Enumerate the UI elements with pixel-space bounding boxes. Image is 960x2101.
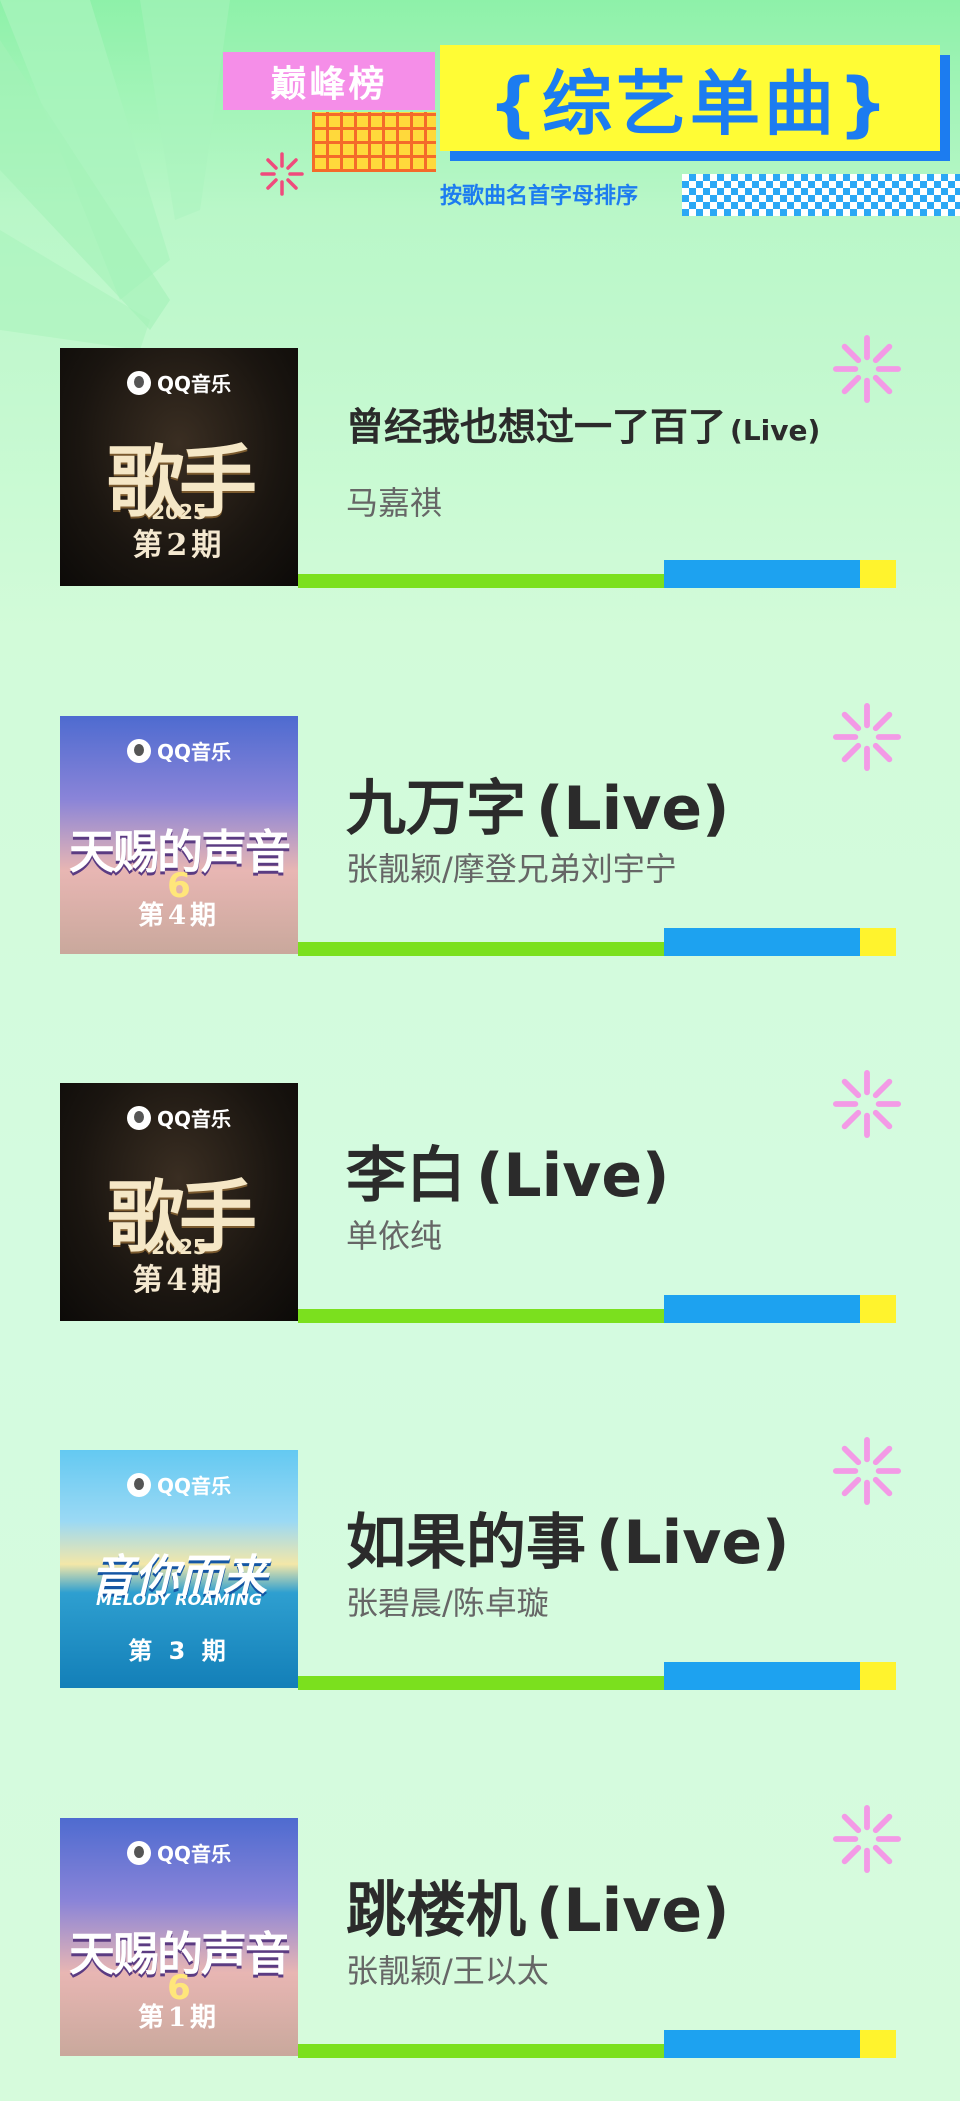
divider-bar bbox=[298, 1295, 896, 1323]
checker-decoration bbox=[682, 174, 960, 216]
song-title[interactable]: 九万字 (Live) bbox=[346, 760, 729, 847]
song-title-text: 曾经我也想过一了百了 bbox=[346, 405, 727, 449]
song-title-text: 如果的事 bbox=[346, 1508, 586, 1578]
song-title[interactable]: 李白 (Live) bbox=[346, 1127, 669, 1214]
live-suffix: (Live) bbox=[730, 414, 821, 447]
song-cover[interactable]: QQ音乐 天赐的声音 6 第4期 bbox=[60, 716, 298, 954]
song-item[interactable]: QQ音乐 天赐的声音 6 第1期 跳楼机 (Live) 张靓颖/王以太 bbox=[0, 1804, 960, 2068]
episode-label: 第2期 bbox=[132, 528, 226, 563]
qq-music-logo-icon: QQ音乐 bbox=[60, 1103, 298, 1132]
song-title-text: 李白 bbox=[346, 1141, 466, 1211]
show-subtitle: MELODY ROAMING bbox=[96, 1590, 262, 1609]
song-item[interactable]: QQ音乐 音你而来 MELODY ROAMING 第 3 期 如果的事 (Live… bbox=[0, 1436, 960, 1700]
sparkle-icon bbox=[832, 1069, 902, 1139]
live-suffix: (Live) bbox=[596, 1508, 790, 1578]
song-artist[interactable]: 张靓颖/王以太 bbox=[346, 1946, 549, 1992]
chart-tag: 巅峰榜 bbox=[223, 52, 435, 110]
song-title[interactable]: 如果的事 (Live) bbox=[346, 1494, 789, 1581]
qq-music-logo-icon: QQ音乐 bbox=[60, 368, 298, 397]
sparkle-icon bbox=[832, 334, 902, 404]
live-suffix: (Live) bbox=[536, 774, 730, 844]
song-artist[interactable]: 张碧晨/陈卓璇 bbox=[346, 1578, 549, 1624]
song-artist[interactable]: 单依纯 bbox=[346, 1211, 442, 1257]
episode-label: 第4期 bbox=[137, 901, 221, 931]
episode-label: 第1期 bbox=[137, 2003, 221, 2033]
episode-label: 第4期 bbox=[132, 1263, 226, 1298]
song-title-text: 跳楼机 bbox=[346, 1876, 526, 1946]
divider-bar bbox=[298, 1662, 896, 1690]
song-title-text: 九万字 bbox=[346, 774, 526, 844]
sparkle-icon bbox=[832, 1804, 902, 1874]
song-item[interactable]: QQ音乐 歌手 2025 第4期 李白 (Live) 单依纯 bbox=[0, 1069, 960, 1333]
header: 巅峰榜 {综艺单曲} 按歌曲名首字母排序 bbox=[0, 0, 960, 240]
page-title: {综艺单曲} bbox=[440, 45, 940, 151]
episode-label: 第 3 期 bbox=[128, 1637, 230, 1665]
song-artist[interactable]: 张靓颖/摩登兄弟刘宇宁 bbox=[346, 844, 677, 890]
grid-decoration bbox=[312, 112, 436, 172]
sort-subtitle: 按歌曲名首字母排序 bbox=[440, 184, 639, 209]
live-suffix: (Live) bbox=[536, 1876, 730, 1946]
sparkle-icon bbox=[260, 152, 304, 196]
song-title[interactable]: 曾经我也想过一了百了 (Live) bbox=[346, 396, 820, 451]
divider-bar bbox=[298, 560, 896, 588]
sparkle-icon bbox=[832, 702, 902, 772]
song-title[interactable]: 跳楼机 (Live) bbox=[346, 1862, 729, 1949]
song-item[interactable]: QQ音乐 歌手 2025 第2期 曾经我也想过一了百了 (Live) 马嘉祺 bbox=[0, 334, 960, 598]
song-cover[interactable]: QQ音乐 歌手 2025 第4期 bbox=[60, 1083, 298, 1321]
sparkle-icon bbox=[832, 1436, 902, 1506]
qq-music-logo-icon: QQ音乐 bbox=[60, 736, 298, 765]
divider-bar bbox=[298, 928, 896, 956]
song-cover[interactable]: QQ音乐 音你而来 MELODY ROAMING 第 3 期 bbox=[60, 1450, 298, 1688]
live-suffix: (Live) bbox=[476, 1141, 670, 1211]
song-artist[interactable]: 马嘉祺 bbox=[346, 478, 442, 524]
song-item[interactable]: QQ音乐 天赐的声音 6 第4期 九万字 (Live) 张靓颖/摩登兄弟刘宇宁 bbox=[0, 702, 960, 966]
divider-bar bbox=[298, 2030, 896, 2058]
song-cover[interactable]: QQ音乐 歌手 2025 第2期 bbox=[60, 348, 298, 586]
song-cover[interactable]: QQ音乐 天赐的声音 6 第1期 bbox=[60, 1818, 298, 2056]
qq-music-logo-icon: QQ音乐 bbox=[60, 1838, 298, 1867]
qq-music-logo-icon: QQ音乐 bbox=[60, 1470, 298, 1499]
